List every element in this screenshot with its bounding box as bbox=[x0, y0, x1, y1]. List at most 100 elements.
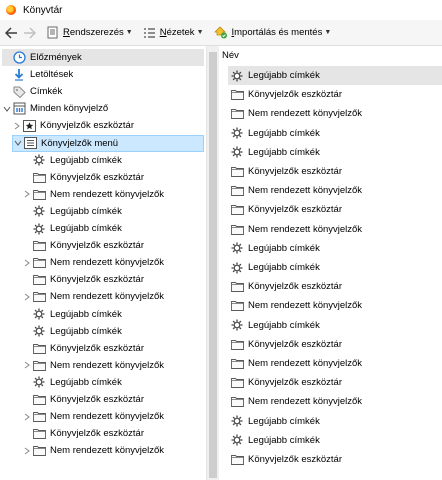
sidebar-tree-item[interactable]: Nem rendezett könyvjelzők bbox=[22, 288, 164, 305]
sidebar-tree-item[interactable]: Előzmények bbox=[2, 49, 204, 66]
folder-icon bbox=[32, 239, 46, 253]
library-icon bbox=[12, 102, 26, 116]
title-bar: Könyvtár bbox=[0, 0, 442, 20]
gear-icon bbox=[32, 204, 46, 218]
sidebar-tree-item[interactable]: Könyvjelzők eszköztár bbox=[22, 237, 144, 254]
vertical-scrollbar[interactable] bbox=[207, 46, 219, 480]
list-item[interactable]: Könyvjelzők eszköztár bbox=[228, 200, 442, 219]
sidebar-item-label: Minden könyvjelző bbox=[30, 103, 109, 115]
sidebar-tree-item[interactable]: Nem rendezett könyvjelzők bbox=[22, 254, 164, 271]
folder-icon bbox=[230, 395, 244, 409]
gear-icon bbox=[230, 318, 244, 332]
folder-icon bbox=[230, 337, 244, 351]
folder-icon bbox=[32, 393, 46, 407]
sidebar-item-label: Legújabb címkék bbox=[50, 223, 122, 234]
sidebar-tree-item[interactable]: Nem rendezett könyvjelzők bbox=[22, 442, 164, 459]
sidebar-item-label: Könyvjelzők eszköztár bbox=[50, 342, 144, 354]
chevron-right-icon[interactable] bbox=[22, 357, 32, 374]
list-item[interactable]: Legújabb címkék bbox=[228, 66, 442, 85]
list-item[interactable]: Legújabb címkék bbox=[228, 412, 442, 431]
list-item[interactable]: Könyvjelzők eszköztár bbox=[228, 85, 442, 104]
sidebar-item-label: Nem rendezett könyvjelzők bbox=[50, 291, 165, 303]
list-item[interactable]: Nem rendezett könyvjelzők bbox=[228, 296, 442, 315]
list-item[interactable]: Legújabb címkék bbox=[228, 431, 442, 450]
sidebar-tree-item[interactable]: Legújabb címkék bbox=[22, 323, 122, 340]
sidebar-tree-item[interactable]: Címkék bbox=[2, 83, 62, 100]
chevron-right-icon[interactable] bbox=[22, 408, 32, 425]
list-item[interactable]: Legújabb címkék bbox=[228, 143, 442, 162]
back-arrow-icon[interactable] bbox=[2, 24, 20, 42]
chevron-right-icon[interactable] bbox=[22, 186, 32, 203]
list-item[interactable]: Könyvjelzők eszköztár bbox=[228, 450, 442, 469]
list-item-label: Legújabb címkék bbox=[248, 434, 320, 446]
chevron-right-icon[interactable] bbox=[22, 288, 32, 305]
sidebar-tree-item[interactable]: Letöltések bbox=[2, 66, 73, 83]
sidebar-tree-item[interactable]: Legújabb címkék bbox=[22, 374, 122, 391]
sidebar-tree-item[interactable]: Legújabb címkék bbox=[22, 220, 122, 237]
list-item[interactable]: Könyvjelzők eszköztár bbox=[228, 277, 442, 296]
folder-icon bbox=[32, 341, 46, 355]
list-item[interactable]: Legújabb címkék bbox=[228, 258, 442, 277]
list-item[interactable]: Könyvjelzők eszköztár bbox=[228, 335, 442, 354]
gear-icon bbox=[32, 222, 46, 236]
library-sidebar-tree[interactable]: Előzmények Letöltések Címkék Minden könyvje… bbox=[0, 46, 207, 480]
list-item[interactable]: Nem rendezett könyvjelzők bbox=[228, 181, 442, 200]
sidebar-tree-item[interactable]: Minden könyvjelző bbox=[2, 100, 108, 117]
chevron-down-icon[interactable] bbox=[13, 135, 23, 152]
sidebar-tree-item[interactable]: Könyvjelzők eszköztár bbox=[22, 425, 144, 442]
sidebar-tree-item[interactable]: Nem rendezett könyvjelzők bbox=[22, 408, 164, 425]
organize-button[interactable]: Rendszerezés ▼ bbox=[44, 23, 136, 43]
chevron-down-icon: ▼ bbox=[125, 29, 133, 36]
folder-icon bbox=[32, 187, 46, 201]
list-item[interactable]: Nem rendezett könyvjelzők bbox=[228, 220, 442, 239]
list-item[interactable]: Nem rendezett könyvjelzők bbox=[228, 354, 442, 373]
sidebar-tree-item[interactable]: Nem rendezett könyvjelzők bbox=[22, 186, 164, 203]
sidebar-tree-item[interactable]: Könyvjelzők eszköztár bbox=[12, 117, 134, 134]
list-item[interactable]: Legújabb címkék bbox=[228, 316, 442, 335]
sidebar-tree-item[interactable]: Könyvjelzők menü bbox=[12, 134, 204, 152]
chevron-right-icon[interactable] bbox=[22, 442, 32, 459]
sidebar-tree-item[interactable]: Legújabb címkék bbox=[22, 152, 122, 169]
sidebar-tree-item[interactable]: Könyvjelzők eszköztár bbox=[22, 169, 144, 186]
list-item[interactable]: Legújabb címkék bbox=[228, 124, 442, 143]
bookmark-list-pane[interactable]: Név Legújabb címkék Könyvjelzők eszköztár… bbox=[207, 46, 442, 480]
list-item[interactable]: Könyvjelzők eszköztár bbox=[228, 373, 442, 392]
list-item-label: Nem rendezett könyvjelzők bbox=[248, 300, 363, 312]
gear-icon bbox=[32, 324, 46, 338]
scrollbar-thumb[interactable] bbox=[209, 52, 217, 478]
folder-icon bbox=[230, 280, 244, 294]
chevron-down-icon: ▼ bbox=[196, 29, 204, 36]
sidebar-tree-item[interactable]: Nem rendezett könyvjelzők bbox=[22, 357, 164, 374]
chevron-right-icon[interactable] bbox=[22, 254, 32, 271]
column-header-name[interactable]: Név bbox=[220, 50, 239, 64]
sidebar-item-label: Nem rendezett könyvjelzők bbox=[50, 411, 165, 423]
list-item[interactable]: Nem rendezett könyvjelzők bbox=[228, 104, 442, 123]
chevron-down-icon[interactable] bbox=[2, 100, 12, 117]
chevron-right-icon[interactable] bbox=[12, 117, 22, 134]
sidebar-item-label: Letöltések bbox=[30, 69, 74, 81]
list-item[interactable]: Legújabb címkék bbox=[228, 239, 442, 258]
sidebar-tree-item[interactable]: Könyvjelzők eszköztár bbox=[22, 340, 144, 357]
sidebar-tree-item[interactable]: Könyvjelzők eszköztár bbox=[22, 271, 144, 288]
list-item[interactable]: Nem rendezett könyvjelzők bbox=[228, 392, 442, 411]
sidebar-item-label: Legújabb címkék bbox=[50, 376, 122, 388]
views-button[interactable]: Nézetek ▼ bbox=[140, 23, 207, 43]
import-backup-button[interactable]: Importálás és mentés ▼ bbox=[211, 23, 335, 43]
sidebar-tree-item[interactable]: Könyvjelzők eszköztár bbox=[22, 391, 144, 408]
gear-icon bbox=[230, 69, 244, 83]
sidebar-item-label: Legújabb címkék bbox=[50, 205, 122, 217]
list-item[interactable]: Könyvjelzők eszköztár bbox=[228, 162, 442, 181]
sidebar-tree-item[interactable]: Legújabb címkék bbox=[22, 203, 122, 220]
views-icon bbox=[143, 27, 156, 39]
folder-icon bbox=[230, 203, 244, 217]
sidebar-item-label: Nem rendezett könyvjelzők bbox=[50, 359, 165, 371]
forward-arrow-icon[interactable] bbox=[20, 24, 38, 42]
sidebar-tree-item[interactable]: Legújabb címkék bbox=[22, 306, 122, 323]
